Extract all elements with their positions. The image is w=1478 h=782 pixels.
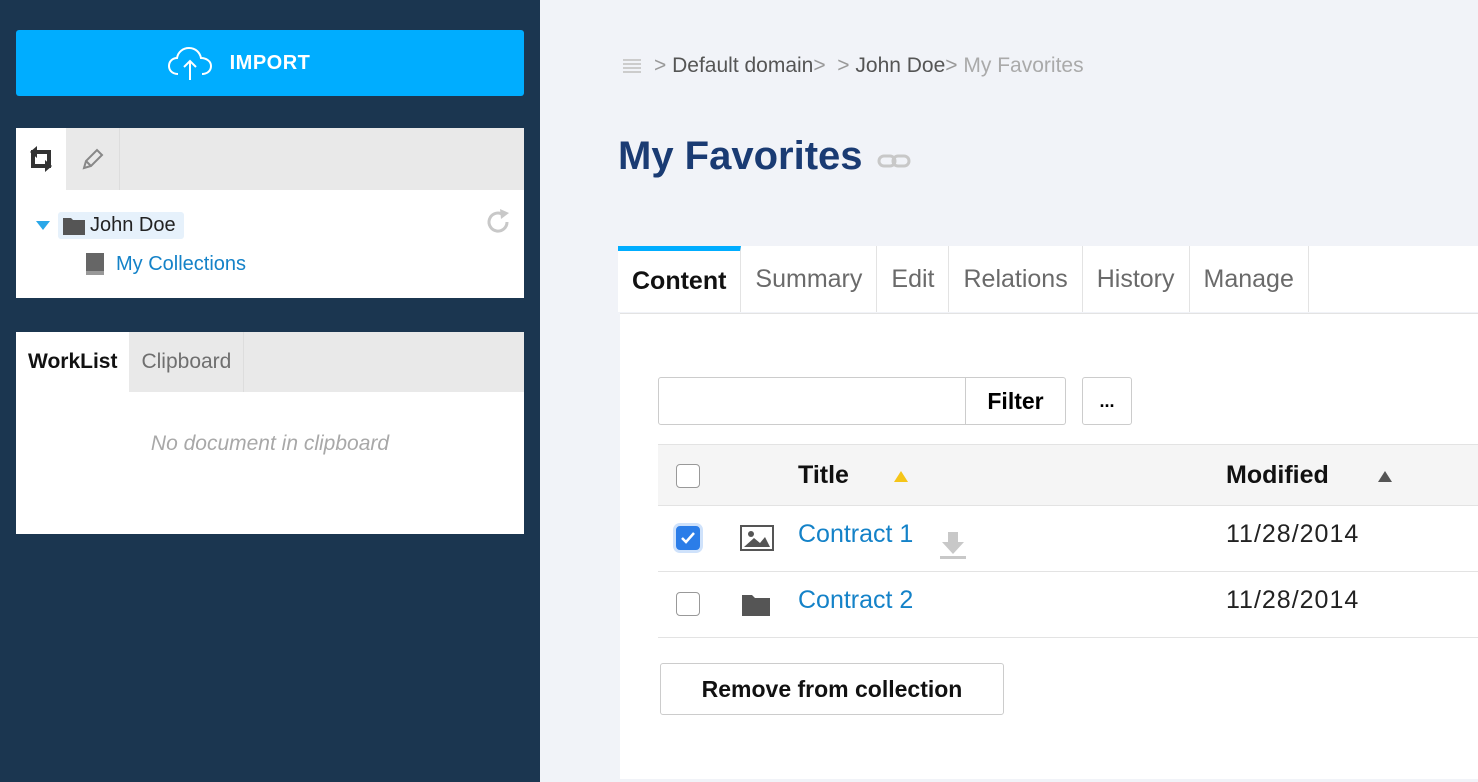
breadcrumb-separator: > — [654, 54, 673, 77]
breadcrumb-current: My Favorites — [963, 54, 1084, 77]
tab-content[interactable]: Content — [618, 246, 742, 312]
permalink-icon[interactable] — [877, 153, 911, 169]
select-all-checkbox[interactable] — [676, 464, 700, 488]
breadcrumb-separator: > — [945, 54, 964, 77]
clipboard-empty-message: No document in clipboard — [150, 432, 390, 455]
sort-ascending-icon[interactable] — [894, 471, 908, 482]
worklist-tabs: WorkList Clipboard — [16, 332, 524, 392]
navigation-arrows-icon — [30, 146, 52, 172]
more-options-button[interactable]: ... — [1082, 377, 1132, 425]
pencil-icon — [82, 148, 103, 170]
tab-history[interactable]: History — [1083, 246, 1190, 312]
column-header-title[interactable]: Title — [798, 461, 849, 490]
breadcrumb-default-domain[interactable]: Default domain — [672, 54, 813, 78]
tree-node-child[interactable]: My Collections — [84, 252, 246, 276]
document-tabs: Content Summary Edit Relations History M… — [618, 246, 1478, 312]
row-checkbox[interactable] — [676, 526, 700, 550]
import-button[interactable]: IMPORT — [16, 30, 524, 96]
list-icon[interactable] — [622, 57, 642, 75]
tree-node-child-label: My Collections — [116, 252, 247, 275]
tree-node-root[interactable]: John Doe — [36, 212, 184, 239]
sidebar: IMPORT John Doe My Collections WorkList … — [0, 0, 540, 782]
tree-node-label: John Doe — [90, 214, 176, 236]
page-title: My Favorites — [618, 134, 911, 179]
folder-icon — [742, 595, 770, 616]
import-label: IMPORT — [229, 51, 311, 74]
filter-button[interactable]: Filter — [966, 377, 1066, 425]
expand-triangle-icon[interactable] — [36, 221, 50, 230]
breadcrumb: > Default domain > > John Doe > My Favor… — [622, 54, 1084, 78]
filter-row: Filter ... — [658, 377, 1132, 425]
content-panel: Filter ... Title Modified Contract 1 11/… — [620, 313, 1478, 779]
table-row[interactable]: Contract 2 11/28/2014 — [658, 572, 1478, 638]
tab-edit[interactable] — [66, 128, 120, 190]
table-row[interactable]: Contract 1 11/28/2014 — [658, 506, 1478, 572]
navigation-tabs — [16, 128, 524, 190]
row-checkbox[interactable] — [676, 592, 700, 616]
page-title-text: My Favorites — [618, 134, 863, 178]
tree-body: John Doe My Collections — [16, 190, 524, 298]
column-header-modified[interactable]: Modified — [1226, 461, 1329, 490]
tab-edit-document[interactable]: Edit — [877, 246, 950, 312]
document-table: Title Modified Contract 1 11/28/2014 Con… — [658, 444, 1478, 638]
sort-icon[interactable] — [1378, 471, 1392, 482]
tab-manage[interactable]: Manage — [1190, 246, 1309, 312]
tab-worklist[interactable]: WorkList — [16, 332, 130, 392]
tab-clipboard[interactable]: Clipboard — [129, 332, 245, 392]
remove-from-collection-button[interactable]: Remove from collection — [660, 663, 1004, 715]
row-title-link[interactable]: Contract 1 — [798, 520, 913, 549]
download-icon[interactable] — [938, 530, 968, 560]
filter-input[interactable] — [658, 377, 966, 425]
row-title-link[interactable]: Contract 2 — [798, 586, 913, 615]
breadcrumb-john-doe[interactable]: John Doe — [855, 54, 945, 78]
navigation-panel: John Doe My Collections — [16, 128, 524, 298]
row-modified-date: 11/28/2014 — [1226, 586, 1360, 614]
refresh-icon[interactable] — [484, 208, 512, 236]
tab-navigation-tree[interactable] — [16, 128, 66, 190]
cloud-upload-icon — [167, 46, 213, 80]
tab-summary[interactable]: Summary — [741, 246, 878, 312]
tab-relations[interactable]: Relations — [949, 246, 1083, 312]
table-header: Title Modified — [658, 444, 1478, 506]
tree-node-selected[interactable]: John Doe — [58, 212, 184, 239]
picture-icon — [740, 525, 774, 551]
breadcrumb-separator: > > — [813, 54, 856, 77]
checkmark-icon — [681, 532, 695, 544]
worklist-panel: WorkList Clipboard No document in clipbo… — [16, 332, 524, 534]
book-icon — [86, 253, 104, 275]
row-modified-date: 11/28/2014 — [1226, 520, 1360, 548]
folder-icon — [63, 217, 85, 235]
